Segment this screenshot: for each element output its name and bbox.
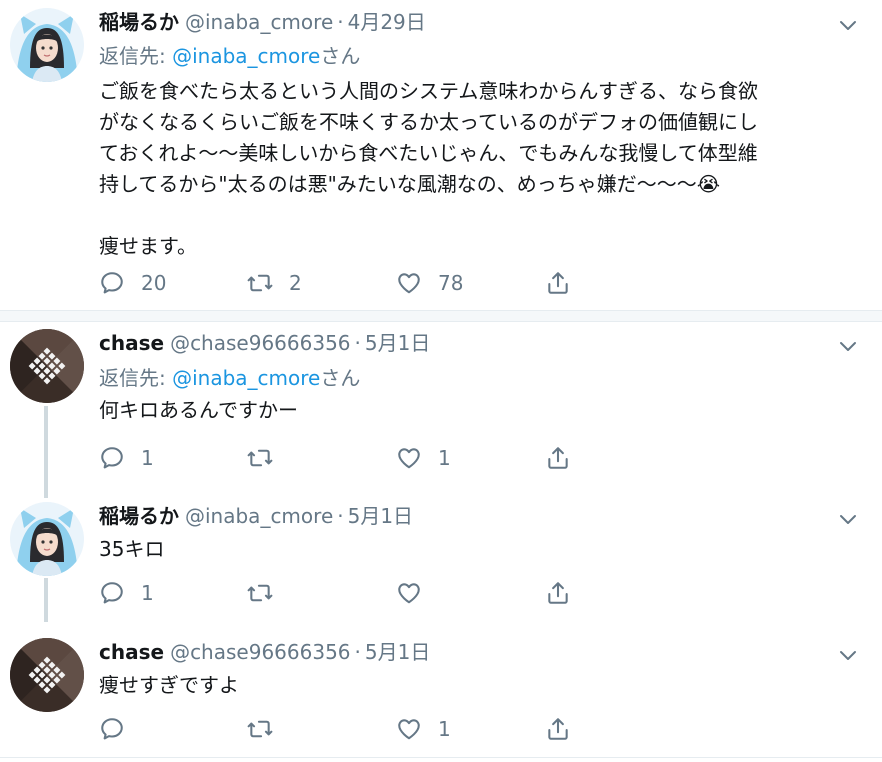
share-button[interactable] (545, 268, 571, 298)
separator-dot: · (337, 10, 344, 34)
reply-button[interactable]: 1 (99, 578, 154, 608)
reply-suffix: さん (320, 44, 361, 68)
display-name[interactable]: 稲場るか (99, 504, 179, 528)
reply-button[interactable]: 1 (99, 443, 154, 473)
tweet-date[interactable]: 5月1日 (365, 331, 430, 355)
avatar[interactable] (10, 502, 84, 576)
share-button[interactable] (545, 714, 571, 744)
retweet-button[interactable]: 2 (247, 268, 302, 298)
reply-to-line: 返信先: @inaba_cmoreさん (99, 42, 360, 70)
chevron-down-icon[interactable] (836, 13, 860, 37)
heart-icon (396, 270, 422, 296)
reply-count: 20 (141, 271, 167, 295)
retweet-button[interactable] (247, 578, 289, 608)
reply-to-handle[interactable]: @inaba_cmore (172, 366, 320, 390)
tweet-actions: 1 1 (99, 443, 579, 473)
reply-count: 1 (141, 446, 154, 470)
tweet-date[interactable]: 5月1日 (348, 504, 413, 528)
retweet-icon (247, 580, 273, 606)
heart-icon (396, 716, 422, 742)
avatar[interactable] (10, 8, 84, 82)
thread-line (44, 406, 48, 498)
share-icon (545, 270, 571, 296)
reply-to-handle[interactable]: @inaba_cmore (172, 44, 320, 68)
tweet-header: 稲場るか @inaba_cmore · 4月29日 (99, 8, 426, 36)
display-name[interactable]: chase (99, 331, 164, 355)
tweet-text: 35キロ (99, 537, 165, 561)
tweet-actions: 1 (99, 578, 579, 608)
reply-prefix: 返信先: (99, 366, 173, 390)
share-icon (545, 445, 571, 471)
user-handle[interactable]: @inaba_cmore (185, 504, 333, 528)
retweet-icon (247, 270, 273, 296)
display-name[interactable]: 稲場るか (99, 10, 179, 34)
reply-icon (99, 580, 125, 606)
share-icon (545, 580, 571, 606)
like-button[interactable] (396, 578, 438, 608)
avatar[interactable] (10, 638, 84, 712)
reply-button[interactable]: 20 (99, 268, 166, 298)
like-count: 1 (438, 446, 451, 470)
reply-button[interactable] (99, 714, 141, 744)
reply-to-line: 返信先: @inaba_cmoreさん (99, 364, 360, 392)
retweet-button[interactable] (247, 443, 289, 473)
tweet-header: chase @chase96666356 · 5月1日 (99, 329, 430, 357)
user-handle[interactable]: @chase96666356 (170, 331, 350, 355)
reply-prefix: 返信先: (99, 44, 173, 68)
retweet-icon (247, 716, 273, 742)
chevron-down-icon[interactable] (836, 507, 860, 531)
like-count: 1 (438, 717, 451, 741)
divider (0, 757, 882, 758)
tweet[interactable]: 稲場るか @inaba_cmore · 5月1日 35キロ 1 (0, 496, 882, 626)
conversation-separator (0, 311, 882, 321)
reply-icon (99, 270, 125, 296)
reply-icon (99, 445, 125, 471)
thread-line (44, 578, 48, 622)
tweet-date[interactable]: 5月1日 (365, 640, 430, 664)
heart-icon (396, 445, 422, 471)
like-button[interactable]: 78 (396, 268, 463, 298)
reply-suffix: さん (320, 366, 361, 390)
user-handle[interactable]: @chase96666356 (170, 640, 350, 664)
chevron-down-icon[interactable] (836, 643, 860, 667)
share-icon (545, 716, 571, 742)
reply-count: 1 (141, 581, 154, 605)
retweet-button[interactable] (247, 714, 289, 744)
avatar[interactable] (10, 329, 84, 403)
tweet-date[interactable]: 4月29日 (348, 10, 426, 34)
tweet-text: ご飯を食べたら太るという人間のシステム意味わからんすぎる、なら食欲 がなくなるく… (99, 79, 758, 258)
retweet-icon (247, 445, 273, 471)
tweet[interactable]: 稲場るか @inaba_cmore · 4月29日 返信先: @inaba_cmore… (0, 0, 882, 310)
heart-icon (396, 580, 422, 606)
reply-icon (99, 716, 125, 742)
tweet-actions: 20 2 78 (99, 268, 579, 298)
display-name[interactable]: chase (99, 640, 164, 664)
separator-dot: · (354, 331, 361, 355)
separator-dot: · (337, 504, 344, 528)
share-button[interactable] (545, 443, 571, 473)
tweet[interactable]: chase @chase96666356 · 5月1日 返信先: @inaba_cmo… (0, 322, 882, 498)
user-handle[interactable]: @inaba_cmore (185, 10, 333, 34)
tweet-text: 痩せすぎですよ (99, 673, 239, 697)
chevron-down-icon[interactable] (836, 334, 860, 358)
tweet-actions: 1 (99, 714, 579, 744)
like-count: 78 (438, 271, 464, 295)
tweet-header: 稲場るか @inaba_cmore · 5月1日 (99, 502, 413, 530)
tweet-text: 何キロあるんですかー (99, 398, 298, 422)
tweet-header: chase @chase96666356 · 5月1日 (99, 638, 430, 666)
share-button[interactable] (545, 578, 571, 608)
separator-dot: · (354, 640, 361, 664)
retweet-count: 2 (289, 271, 302, 295)
like-button[interactable]: 1 (396, 443, 451, 473)
tweet[interactable]: chase @chase96666356 · 5月1日 痩せすぎですよ 1 (0, 632, 882, 757)
like-button[interactable]: 1 (396, 714, 451, 744)
